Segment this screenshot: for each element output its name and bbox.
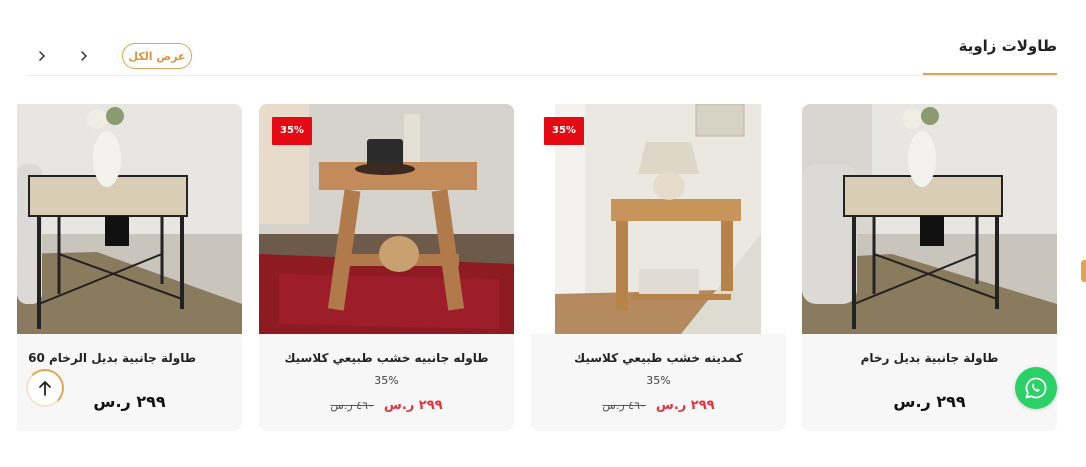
- product-card[interactable]: 35% طاوله جانبيه خشب طبيعي كلاسيك 35% ٢٩…: [259, 104, 514, 431]
- old-price: ٤٦٠ ر.س: [602, 399, 646, 412]
- discount-percent: 35%: [646, 374, 671, 387]
- price-row: ٢٩٩ ر.س ٤٦٠ ر.س: [531, 398, 786, 413]
- price-row: ٢٩٩ ر.س ٤٦٠ ر.س: [259, 398, 514, 413]
- discount-badge: 35%: [272, 117, 312, 145]
- product-image[interactable]: [17, 104, 242, 334]
- product-image[interactable]: 35%: [259, 104, 514, 334]
- scroll-to-top-button[interactable]: [26, 369, 64, 407]
- chevron-right-icon: [39, 51, 46, 61]
- chevron-right-icon: [81, 51, 88, 61]
- view-all-button[interactable]: عرض الكل: [122, 43, 192, 69]
- product-name[interactable]: طاوله جانبيه خشب طبيعي كلاسيك: [269, 351, 504, 365]
- product-name[interactable]: طاولة جانبية بديل الرخام 60: [17, 351, 196, 365]
- whatsapp-button[interactable]: [1015, 367, 1057, 409]
- product-name[interactable]: كمدينه خشب طبيعي كلاسيك: [541, 351, 776, 365]
- sale-price: ٢٩٩ ر.س: [383, 398, 443, 413]
- old-price: ٤٦٠ ر.س: [330, 399, 374, 412]
- carousel-next-button[interactable]: [32, 46, 52, 66]
- product-name[interactable]: طاولة جانبية بديل رخام: [812, 351, 1047, 365]
- header-divider: [27, 75, 1057, 76]
- sale-price: ٢٩٩ ر.س: [655, 398, 715, 413]
- scroll-indicator[interactable]: [1081, 260, 1086, 282]
- arrow-up-icon: [39, 381, 51, 396]
- discount-percent: 35%: [374, 374, 399, 387]
- product-image[interactable]: [802, 104, 1057, 334]
- discount-badge: 35%: [544, 117, 584, 145]
- product-carousel-section: طاولات زاوية عرض الكل طاولة جانبية بديل …: [0, 0, 1086, 467]
- carousel-prev-button[interactable]: [74, 46, 94, 66]
- product-image[interactable]: 35%: [531, 104, 786, 334]
- section-title: طاولات زاوية: [958, 37, 1057, 55]
- product-card[interactable]: 35% كمدينه خشب طبيعي كلاسيك 35% ٢٩٩ ر.س …: [531, 104, 786, 431]
- whatsapp-icon: [1025, 377, 1047, 399]
